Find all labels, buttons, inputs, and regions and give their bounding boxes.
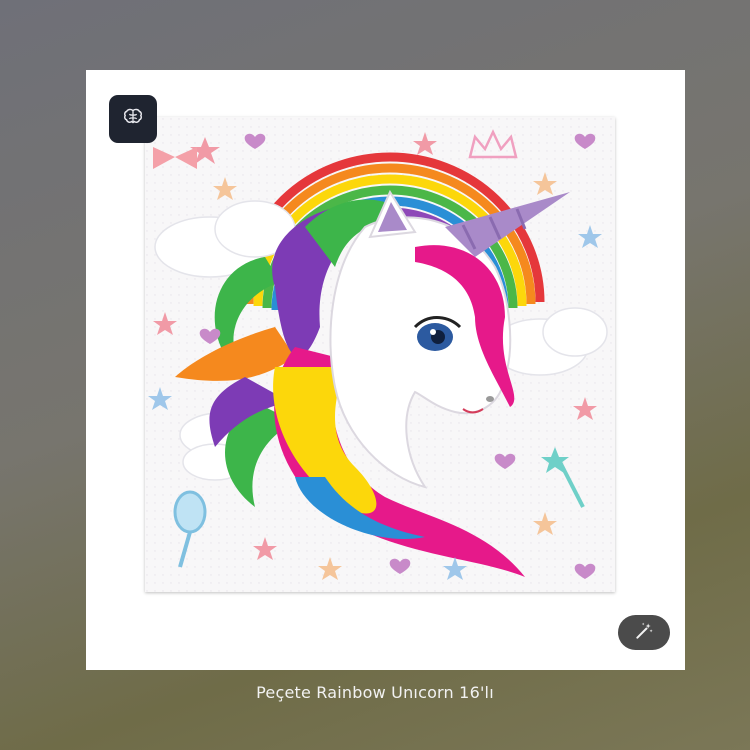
- product-image[interactable]: [145, 117, 615, 592]
- magic-wand-icon: [634, 621, 654, 645]
- product-caption: Peçete Rainbow Unıcorn 16'lı: [256, 683, 494, 702]
- magic-edit-button[interactable]: [618, 615, 670, 650]
- unicorn-illustration: [145, 117, 615, 592]
- ai-badge-button[interactable]: [109, 95, 157, 143]
- brain-icon: [122, 106, 144, 132]
